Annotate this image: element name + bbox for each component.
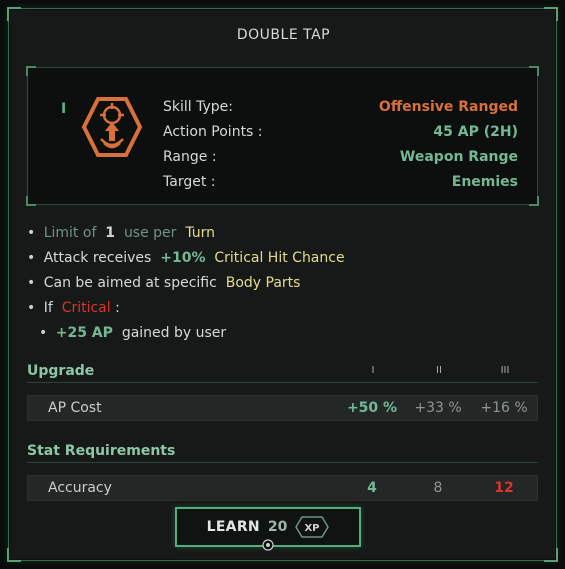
description-line: • Can be aimed at specific Body Parts xyxy=(27,275,301,291)
upgrade-header: Upgrade I II III xyxy=(27,359,538,383)
stat-row-skill-type: Skill Type: Offensive Ranged xyxy=(163,95,518,120)
requirement-row-accuracy: Accuracy 4 8 12 xyxy=(27,475,538,501)
row-value: +33 % xyxy=(414,400,462,416)
description-line: • Attack receives +10% Critical Hit Chan… xyxy=(27,250,345,266)
xp-unit: XP xyxy=(305,523,320,534)
requirements-header: Stat Requirements xyxy=(27,439,538,463)
corner-ornament xyxy=(529,66,539,76)
learn-label: LEARN xyxy=(206,519,260,535)
corner-ornament xyxy=(544,7,558,21)
desc-text: Can be aimed at specific xyxy=(43,275,217,291)
skill-description: • Limit of 1 use per Turn • Attack recei… xyxy=(27,221,538,346)
row-value: +50 % xyxy=(346,400,398,416)
corner-ornament xyxy=(7,7,21,21)
stat-row-action-points: Action Points : 45 AP (2H) xyxy=(163,120,518,145)
row-value: 8 xyxy=(433,480,443,496)
corner-ornament xyxy=(7,548,21,562)
desc-text: : xyxy=(115,300,120,316)
skill-tooltip-panel: DOUBLE TAP I Skill Type: Offensive Range… xyxy=(7,7,558,562)
skill-target-arrow-icon xyxy=(81,97,143,157)
gamepad-button-icon xyxy=(262,539,274,551)
desc-number: 1 xyxy=(105,225,116,241)
stat-value: Weapon Range xyxy=(399,149,518,165)
description-line: • +25 AP gained by user xyxy=(39,325,227,341)
stat-label: Skill Type: xyxy=(163,99,233,115)
desc-text: Attack receives xyxy=(43,250,152,266)
desc-keyword: Critical xyxy=(61,300,111,316)
desc-number: +10% xyxy=(160,250,206,266)
stat-value: Enemies xyxy=(451,174,518,190)
corner-ornament xyxy=(26,66,36,76)
stat-row-target: Target : Enemies xyxy=(163,170,518,195)
skill-stats: Skill Type: Offensive Ranged Action Poin… xyxy=(163,95,518,195)
stat-row-range: Range : Weapon Range xyxy=(163,145,518,170)
desc-keyword: Turn xyxy=(185,225,216,241)
learn-cost: 20 xyxy=(267,519,288,535)
desc-keyword: Critical Hit Chance xyxy=(214,250,345,266)
corner-ornament xyxy=(529,196,539,206)
row-value: 4 xyxy=(367,480,377,496)
desc-text: use per xyxy=(123,225,177,241)
corner-ornament xyxy=(544,548,558,562)
desc-keyword: Body Parts xyxy=(225,275,301,291)
skill-info-box: I Skill Type: Offensive Ranged Action Po… xyxy=(26,66,539,206)
stat-value: 45 AP (2H) xyxy=(433,124,518,140)
tier-label: I xyxy=(371,365,375,376)
xp-badge-icon: XP xyxy=(295,516,330,538)
requirements-header-label: Stat Requirements xyxy=(27,442,176,459)
row-value: +16 % xyxy=(480,400,528,416)
tier-mark: I xyxy=(61,101,67,117)
row-value: 12 xyxy=(494,480,514,496)
skill-title: DOUBLE TAP xyxy=(236,27,331,43)
description-line: • Limit of 1 use per Turn xyxy=(27,225,216,241)
desc-text: gained by user xyxy=(121,325,227,341)
stat-label: Action Points : xyxy=(163,124,263,140)
tier-label: II xyxy=(436,365,442,376)
corner-ornament xyxy=(26,196,36,206)
desc-text: Limit of xyxy=(43,225,97,241)
row-label: AP Cost xyxy=(48,400,102,416)
desc-number: +25 AP xyxy=(55,325,113,341)
upgrade-header-label: Upgrade xyxy=(27,362,95,379)
desc-text: If xyxy=(43,300,53,316)
stat-value: Offensive Ranged xyxy=(378,99,518,115)
stat-label: Target : xyxy=(163,174,216,190)
tier-label: III xyxy=(500,365,510,376)
stat-label: Range : xyxy=(163,149,217,165)
row-label: Accuracy xyxy=(48,480,112,496)
description-line: • If Critical : xyxy=(27,300,120,316)
upgrade-row-ap-cost: AP Cost +50 % +33 % +16 % xyxy=(27,395,538,421)
